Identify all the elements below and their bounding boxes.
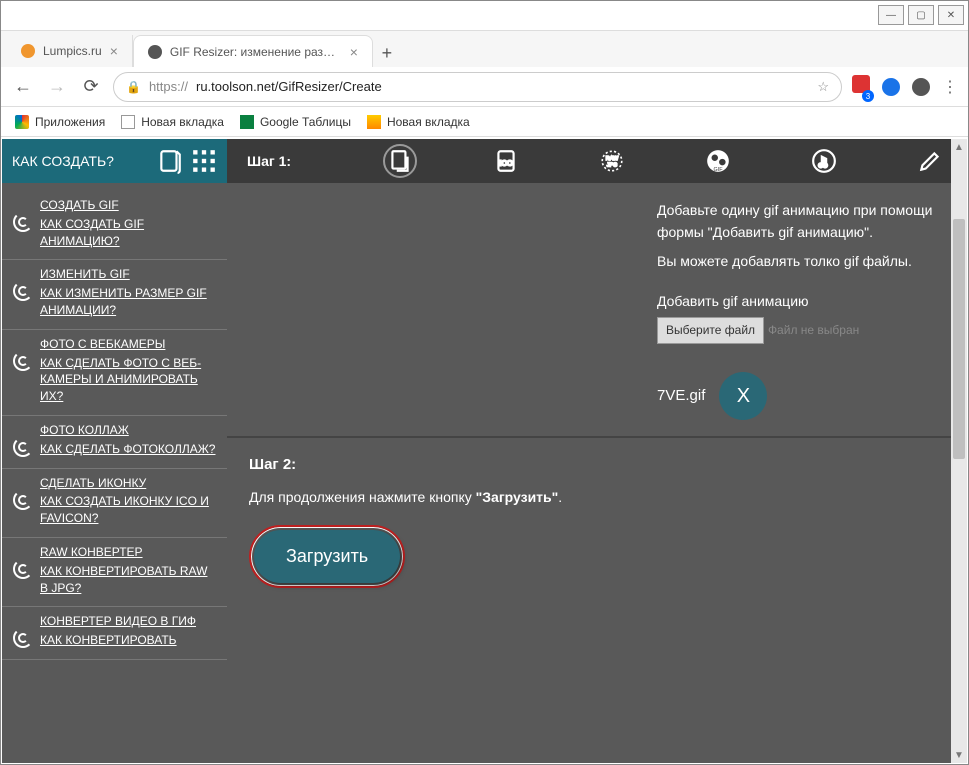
scroll-down-icon[interactable]: ▼ — [951, 747, 967, 763]
sidebar-item[interactable]: КОНВЕРТЕР ВИДЕО В ГИФ КАК КОНВЕРТИРОВАТЬ — [2, 607, 227, 660]
sidebar-header: КАК СОЗДАТЬ? — [2, 139, 227, 183]
tool-strip: Шаг 1: ICO RAWJPG GIF — [227, 139, 967, 183]
spiral-icon — [12, 558, 32, 578]
window-minimize-button[interactable]: — — [878, 5, 904, 25]
music-tool-icon[interactable] — [807, 144, 841, 178]
tab-lumpics[interactable]: Lumpics.ru × — [7, 35, 133, 67]
forward-button[interactable]: → — [45, 76, 69, 97]
resize-tool-icon[interactable] — [383, 144, 417, 178]
back-button[interactable]: ← — [11, 76, 35, 97]
bookmark-item[interactable]: Новая вкладка — [367, 115, 470, 129]
step1-label: Шаг 1: — [247, 153, 291, 169]
favicon-icon — [21, 44, 35, 58]
svg-text:JPG: JPG — [607, 162, 618, 168]
url-text: ru.toolson.net/GifResizer/Create — [196, 79, 382, 94]
bookmark-item[interactable]: Новая вкладка — [121, 115, 224, 129]
reload-button[interactable]: ⟳ — [79, 76, 103, 97]
sheets-icon — [240, 115, 254, 129]
bookmark-star-icon[interactable]: ☆ — [817, 79, 829, 95]
sidebar-link-sub[interactable]: КАК СДЕЛАТЬ ФОТОКОЛЛАЖ? — [40, 441, 215, 458]
sidebar-item[interactable]: СДЕЛАТЬ ИКОНКУ КАК СОЗДАТЬ ИКОНКУ ICO И … — [2, 469, 227, 538]
sidebar-item[interactable]: RAW КОНВЕРТЕР КАК КОНВЕРТИРОВАТЬ RAW В J… — [2, 538, 227, 607]
spiral-icon — [12, 489, 32, 509]
favicon-icon — [148, 45, 162, 59]
upload-highlight: Загрузить — [249, 525, 405, 588]
step2-instruction: Для продолжения нажмите кнопку "Загрузит… — [249, 489, 945, 505]
avatar-icon[interactable] — [912, 78, 930, 96]
page-icon — [121, 115, 135, 129]
sidebar-link-sub[interactable]: КАК СДЕЛАТЬ ФОТО С ВЕБ-КАМЕРЫ И АНИМИРОВ… — [40, 355, 217, 405]
sidebar-item[interactable]: ФОТО КОЛЛАЖ КАК СДЕЛАТЬ ФОТОКОЛЛАЖ? — [2, 416, 227, 469]
browser-toolbar: ← → ⟳ 🔒 https:// ru.toolson.net/GifResize… — [1, 67, 968, 107]
scrollbar[interactable]: ▲ ▼ — [951, 139, 967, 763]
extension-icon[interactable] — [882, 78, 900, 96]
sidebar-link-title[interactable]: ИЗМЕНИТЬ GIF — [40, 266, 217, 283]
gif-icon — [157, 148, 183, 174]
grid-icon[interactable] — [191, 148, 217, 174]
sidebar-item[interactable]: СОЗДАТЬ GIF КАК СОЗДАТЬ GIF АНИМАЦИЮ? — [2, 191, 227, 260]
sidebar-link-title[interactable]: ФОТО КОЛЛАЖ — [40, 422, 215, 439]
new-tab-button[interactable]: + — [373, 39, 401, 67]
spiral-icon — [12, 627, 32, 647]
choose-file-button[interactable]: Выберите файл — [657, 317, 764, 344]
extension-icon[interactable]: 3 — [852, 75, 870, 98]
tab-close-icon[interactable]: × — [110, 43, 118, 59]
window-close-button[interactable]: ✕ — [938, 5, 964, 25]
extension-icons: 3 ⋮ — [852, 75, 958, 98]
svg-text:RAW: RAW — [606, 156, 619, 162]
tab-label: Lumpics.ru — [43, 44, 102, 58]
sidebar-item[interactable]: ИЗМЕНИТЬ GIF КАК ИЗМЕНИТЬ РАЗМЕР GIF АНИ… — [2, 260, 227, 329]
sidebar-link-title[interactable]: RAW КОНВЕРТЕР — [40, 544, 217, 561]
lock-icon: 🔒 — [126, 80, 141, 94]
step2-title: Шаг 2: — [249, 456, 945, 473]
bookmark-item[interactable]: Google Таблицы — [240, 115, 351, 129]
bookmarks-bar: Приложения Новая вкладка Google Таблицы … — [1, 107, 968, 137]
url-scheme: https:// — [149, 79, 188, 94]
tab-close-icon[interactable]: × — [350, 44, 358, 60]
main-content: Шаг 1: ICO RAWJPG GIF Добавьте одину gif… — [227, 139, 967, 763]
scroll-thumb[interactable] — [953, 219, 965, 459]
apps-icon — [15, 115, 29, 129]
uploaded-filename: 7VE.gif — [657, 384, 705, 408]
tab-label: GIF Resizer: изменение размера — [170, 45, 342, 59]
spiral-icon — [12, 350, 32, 370]
tab-gifresizer[interactable]: GIF Resizer: изменение размера × — [133, 35, 373, 67]
titlebar: — ▢ ✕ — [1, 1, 968, 31]
sidebar-link-sub[interactable]: КАК СОЗДАТЬ ИКОНКУ ICO И FAVICON? — [40, 493, 217, 527]
raw-jpg-tool-icon[interactable]: RAWJPG — [595, 144, 629, 178]
spiral-icon — [12, 436, 32, 456]
window-maximize-button[interactable]: ▢ — [908, 5, 934, 25]
add-file-label: Добавить gif анимацию — [657, 290, 947, 312]
sidebar: КАК СОЗДАТЬ? СОЗДАТЬ GIF КАК СОЗДАТЬ GIF… — [2, 139, 227, 763]
spiral-icon — [12, 280, 32, 300]
sidebar-link-title[interactable]: ФОТО С ВЕБКАМЕРЫ — [40, 336, 217, 353]
remove-file-button[interactable]: X — [719, 372, 767, 420]
svg-text:GIF: GIF — [713, 167, 723, 173]
step2-section: Шаг 2: Для продолжения нажмите кнопку "З… — [227, 436, 967, 606]
scroll-up-icon[interactable]: ▲ — [951, 139, 967, 155]
sidebar-link-title[interactable]: КОНВЕРТЕР ВИДЕО В ГИФ — [40, 613, 196, 630]
picture-icon — [367, 115, 381, 129]
sidebar-link-title[interactable]: СДЕЛАТЬ ИКОНКУ — [40, 475, 217, 492]
edit-tool-icon[interactable] — [913, 144, 947, 178]
svg-text:ICO: ICO — [499, 158, 513, 167]
sidebar-link-sub[interactable]: КАК ИЗМЕНИТЬ РАЗМЕР GIF АНИМАЦИИ? — [40, 285, 217, 319]
upload-button[interactable]: Загрузить — [254, 530, 400, 583]
step1-instruction: Вы можете добавлять толко gif файлы. — [657, 250, 947, 272]
sidebar-link-sub[interactable]: КАК СОЗДАТЬ GIF АНИМАЦИЮ? — [40, 216, 217, 250]
menu-icon[interactable]: ⋮ — [942, 77, 958, 97]
sidebar-link-title[interactable]: СОЗДАТЬ GIF — [40, 197, 217, 214]
sidebar-link-sub[interactable]: КАК КОНВЕРТИРОВАТЬ — [40, 632, 196, 649]
address-bar[interactable]: 🔒 https:// ru.toolson.net/GifResizer/Crea… — [113, 72, 842, 102]
apps-button[interactable]: Приложения — [15, 115, 105, 129]
spiral-icon — [12, 211, 32, 231]
video-gif-tool-icon[interactable]: GIF — [701, 144, 735, 178]
ico-tool-icon[interactable]: ICO — [489, 144, 523, 178]
no-file-label: Файл не выбран — [768, 323, 859, 337]
sidebar-link-sub[interactable]: КАК КОНВЕРТИРОВАТЬ RAW В JPG? — [40, 563, 217, 597]
step1-instruction: Добавьте одину gif анимацию при помощи ф… — [657, 199, 947, 244]
sidebar-item[interactable]: ФОТО С ВЕБКАМЕРЫ КАК СДЕЛАТЬ ФОТО С ВЕБ-… — [2, 330, 227, 416]
tab-strip: Lumpics.ru × GIF Resizer: изменение разм… — [1, 31, 968, 67]
